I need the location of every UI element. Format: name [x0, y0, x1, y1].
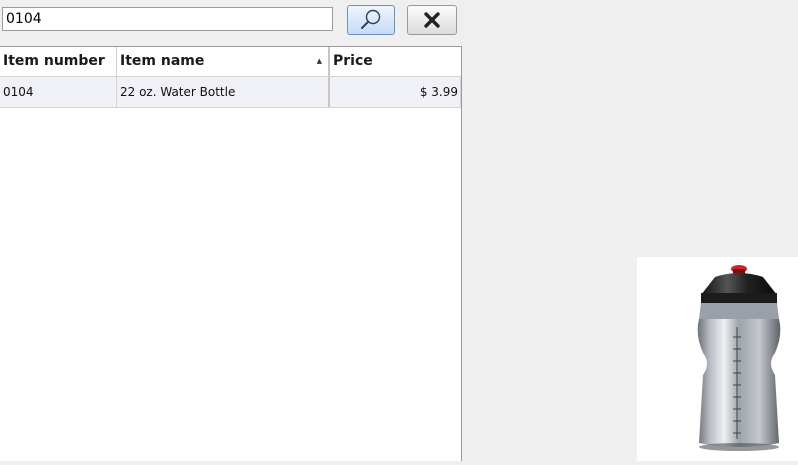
- cell-item-name: 22 oz. Water Bottle: [117, 77, 330, 107]
- column-header-item-name[interactable]: Item name ▲: [117, 47, 330, 76]
- column-header-item-number[interactable]: Item number: [0, 47, 117, 76]
- magnifier-icon: [361, 9, 381, 29]
- grid-header: Item number Item name ▲ Price: [0, 47, 461, 77]
- search-input[interactable]: [2, 7, 333, 31]
- clear-button[interactable]: [407, 5, 457, 35]
- sort-ascending-icon: ▲: [316, 57, 322, 65]
- search-button[interactable]: [347, 5, 395, 35]
- column-header-label: Price: [333, 53, 373, 69]
- cell-item-number: 0104: [0, 77, 117, 107]
- column-header-label: Item name: [120, 53, 205, 69]
- product-image: [637, 257, 798, 461]
- results-grid: Item number Item name ▲ Price 0104 22 oz…: [0, 46, 462, 461]
- cell-price: $ 3.99: [330, 77, 461, 107]
- water-bottle-icon: [697, 265, 781, 451]
- table-row[interactable]: 0104 22 oz. Water Bottle $ 3.99: [0, 77, 461, 108]
- column-header-price[interactable]: Price: [330, 47, 461, 76]
- close-icon: [424, 12, 440, 28]
- column-header-label: Item number: [3, 53, 105, 69]
